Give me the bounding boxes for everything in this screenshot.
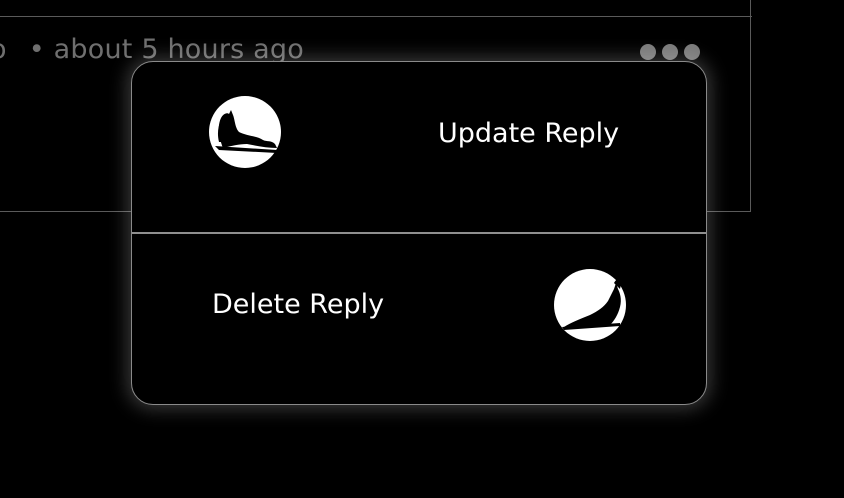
dot <box>662 44 678 60</box>
dot <box>684 44 700 60</box>
dot <box>640 44 656 60</box>
more-options-icon[interactable] <box>640 44 700 60</box>
divider <box>0 16 752 17</box>
cat-stretch-icon <box>209 96 281 168</box>
update-reply-button[interactable]: Update Reply <box>132 62 706 233</box>
cat-stretch-icon <box>554 269 626 341</box>
reply-actions-menu: Update Reply Delete Reply <box>131 61 707 405</box>
update-reply-label: Update Reply <box>438 118 620 149</box>
reply-author-fragment: o <box>0 34 7 65</box>
delete-reply-label: Delete Reply <box>212 289 385 320</box>
screen: o• about 5 hours ago Update Reply Del <box>0 0 844 498</box>
delete-reply-button[interactable]: Delete Reply <box>132 233 706 404</box>
